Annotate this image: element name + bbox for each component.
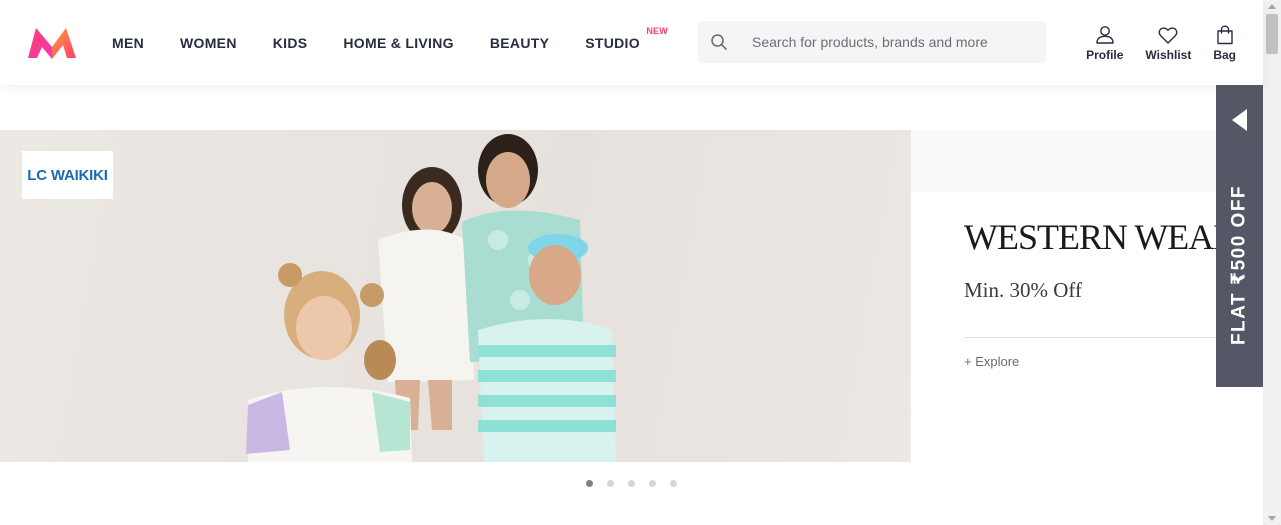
nav-kids[interactable]: KIDS <box>273 35 308 51</box>
myntra-logo-icon[interactable] <box>26 25 78 61</box>
scroll-down-arrow-icon[interactable] <box>1268 516 1276 521</box>
bag-button[interactable]: Bag <box>1213 24 1236 62</box>
bag-label: Bag <box>1213 48 1236 62</box>
page: MEN WOMEN KIDS HOME & LIVING BEAUTY STUD… <box>0 0 1281 525</box>
nav-studio[interactable]: STUDIO NEW <box>585 26 668 51</box>
heart-icon <box>1158 27 1178 44</box>
promo-subtitle: Min. 30% Off <box>964 278 1083 302</box>
carousel-dot[interactable] <box>586 480 593 487</box>
brand-logo-text: LC WAIKIKI <box>27 166 108 184</box>
page-scrollbar[interactable] <box>1263 0 1281 525</box>
header-actions: Profile Wishlist Bag <box>1086 24 1236 62</box>
offer-text: FLAT ₹500 OFF <box>1228 184 1250 346</box>
hero-image[interactable]: LC WAIKIKI <box>0 130 911 462</box>
carousel-dots <box>586 480 691 487</box>
promo-panel: WESTERN WEAR Min. 30% Off + Explore <box>911 130 1263 462</box>
top-header: MEN WOMEN KIDS HOME & LIVING BEAUTY STUD… <box>0 0 1263 85</box>
carousel-dot[interactable] <box>607 480 614 487</box>
profile-button[interactable]: Profile <box>1086 24 1123 62</box>
nav-women[interactable]: WOMEN <box>180 35 237 51</box>
explore-link[interactable]: + Explore <box>964 354 1019 369</box>
nav-studio-label: STUDIO <box>585 34 640 51</box>
promo-band <box>911 130 1263 192</box>
scroll-up-arrow-icon[interactable] <box>1268 4 1276 9</box>
carousel-dot[interactable] <box>649 480 656 487</box>
nav-home-living[interactable]: HOME & LIVING <box>343 35 453 51</box>
wishlist-button[interactable]: Wishlist <box>1145 24 1191 62</box>
search-icon[interactable] <box>710 33 728 51</box>
search-bar <box>698 21 1046 63</box>
wishlist-label: Wishlist <box>1145 48 1192 62</box>
search-input[interactable] <box>740 21 1036 63</box>
promo-title: WESTERN WEAR <box>964 217 1237 257</box>
brand-badge[interactable]: LC WAIKIKI <box>22 151 113 199</box>
new-badge: NEW <box>646 25 668 36</box>
offer-flyout[interactable]: FLAT ₹500 OFF <box>1216 85 1263 387</box>
carousel-dot[interactable] <box>670 480 677 487</box>
family-photo-illustration <box>246 134 616 462</box>
nav-men[interactable]: MEN <box>112 35 144 51</box>
scroll-thumb[interactable] <box>1266 14 1278 54</box>
nav-beauty[interactable]: BEAUTY <box>490 35 549 51</box>
profile-label: Profile <box>1086 48 1124 62</box>
profile-icon <box>1096 26 1114 44</box>
carousel-dot[interactable] <box>628 480 635 487</box>
main-nav: MEN WOMEN KIDS HOME & LIVING BEAUTY STUD… <box>112 0 668 85</box>
bag-icon <box>1216 25 1233 45</box>
hero-carousel[interactable]: LC WAIKIKI WESTERN WEAR Min. 30% Off + E… <box>0 130 1263 462</box>
collapse-arrow-icon[interactable] <box>1232 109 1247 131</box>
